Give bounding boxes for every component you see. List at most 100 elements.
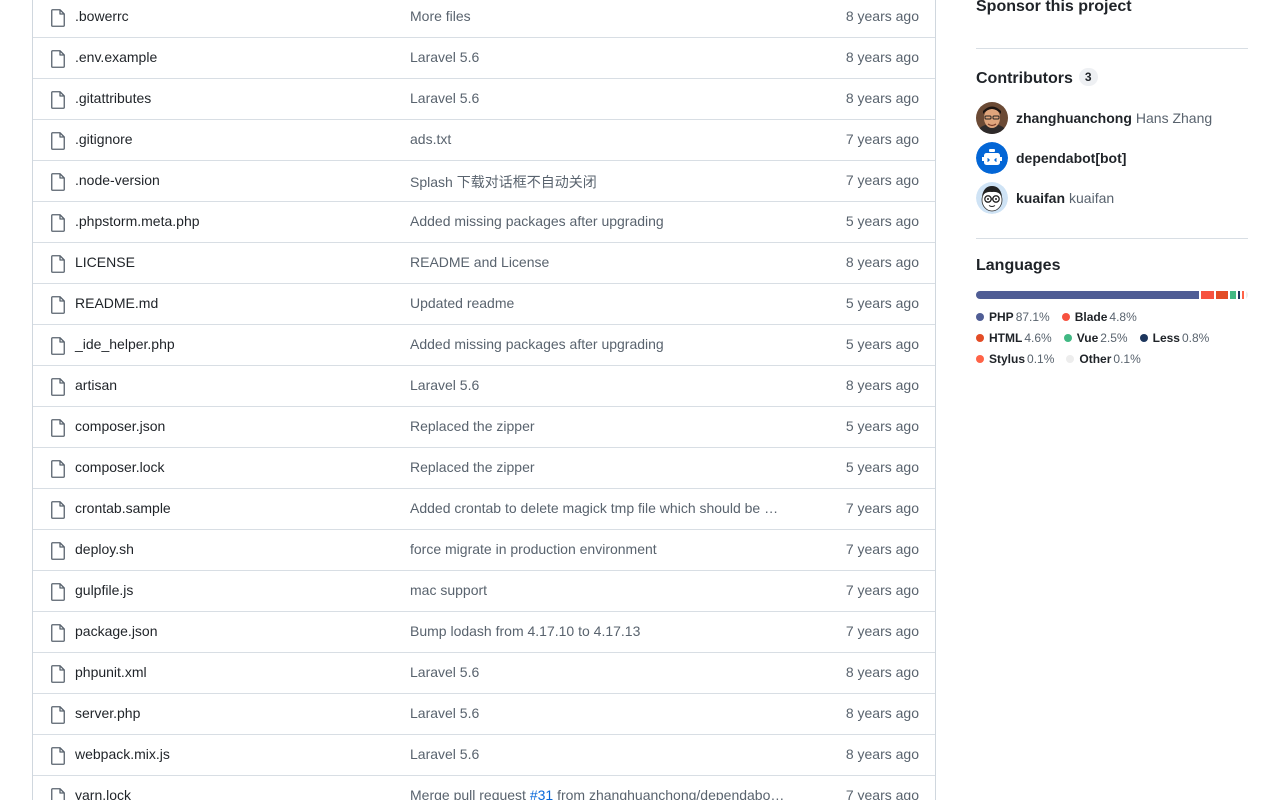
language-bar-segment bbox=[1229, 291, 1237, 299]
language-color-dot-icon bbox=[1063, 334, 1072, 342]
commit-message-link[interactable]: Added crontab to delete magick tmp file … bbox=[410, 500, 798, 516]
table-row[interactable]: deploy.sh force migrate in production env… bbox=[33, 530, 935, 571]
file-name-link[interactable]: LICENSE bbox=[75, 254, 135, 270]
table-row[interactable]: .gitignore ads.txt 7 years ago bbox=[33, 120, 935, 161]
contributor-login[interactable]: kuaifan bbox=[1016, 190, 1065, 206]
file-name-link[interactable]: .env.example bbox=[75, 49, 157, 65]
file-name-link[interactable]: README.md bbox=[75, 295, 158, 311]
divider bbox=[976, 48, 1248, 49]
commit-message-link[interactable]: Merge pull request #31 from zhanghuancho… bbox=[410, 787, 798, 800]
table-row[interactable]: .env.example Laravel 5.6 8 years ago bbox=[33, 38, 935, 79]
file-name-link[interactable]: webpack.mix.js bbox=[75, 746, 170, 762]
commit-message-link[interactable]: Laravel 5.6 bbox=[410, 90, 798, 106]
file-icon bbox=[51, 501, 65, 519]
language-row: Stylus 0.1% Other 0.1% bbox=[976, 352, 1256, 373]
file-name-link[interactable]: .phpstorm.meta.php bbox=[75, 213, 200, 229]
language-item[interactable]: PHP 87.1% bbox=[976, 310, 1050, 324]
language-color-dot-icon bbox=[1139, 334, 1148, 342]
table-row[interactable]: README.md Updated readme 5 years ago bbox=[33, 284, 935, 325]
language-bar bbox=[976, 291, 1248, 299]
commit-message-link[interactable]: Added missing packages after upgrading bbox=[410, 336, 798, 352]
commit-message-link[interactable]: force migrate in production environment bbox=[410, 541, 798, 557]
commit-message-link[interactable]: README and License bbox=[410, 254, 798, 270]
contributors-title[interactable]: Contributors 3 bbox=[976, 68, 1098, 88]
table-row[interactable]: gulpfile.js mac support 7 years ago bbox=[33, 571, 935, 612]
person-photo-avatar-icon[interactable] bbox=[976, 102, 1008, 134]
file-name-link[interactable]: phpunit.xml bbox=[75, 664, 147, 680]
file-name-link[interactable]: composer.lock bbox=[75, 459, 164, 475]
table-row[interactable]: yarn.lock Merge pull request #31 from zh… bbox=[33, 776, 935, 800]
language-item[interactable]: HTML 4.6% bbox=[976, 331, 1052, 345]
table-row[interactable]: package.json Bump lodash from 4.17.10 to … bbox=[33, 612, 935, 653]
file-name-link[interactable]: deploy.sh bbox=[75, 541, 134, 557]
contributor-item[interactable]: kuaifan kuaifan bbox=[976, 182, 1248, 214]
file-name-link[interactable]: .gitignore bbox=[75, 131, 133, 147]
commit-message-link[interactable]: mac support bbox=[410, 582, 798, 598]
language-name: HTML bbox=[989, 331, 1023, 345]
contributor-item[interactable]: zhanghuanchong Hans Zhang bbox=[976, 102, 1248, 134]
commit-message-link[interactable]: Laravel 5.6 bbox=[410, 377, 798, 393]
commit-message-link[interactable]: Laravel 5.6 bbox=[410, 705, 798, 721]
file-name-link[interactable]: yarn.lock bbox=[75, 787, 131, 800]
language-name: PHP bbox=[989, 310, 1014, 324]
language-bar-segment bbox=[1242, 291, 1245, 299]
table-row[interactable]: LICENSE README and License 8 years ago bbox=[33, 243, 935, 284]
table-row[interactable]: composer.json Replaced the zipper 5 years … bbox=[33, 407, 935, 448]
commit-message-link[interactable]: More files bbox=[410, 8, 798, 24]
commit-message-link[interactable]: Updated readme bbox=[410, 295, 798, 311]
file-name-link[interactable]: crontab.sample bbox=[75, 500, 171, 516]
file-name-link[interactable]: .bowerrc bbox=[75, 8, 129, 24]
commit-time: 7 years ago bbox=[845, 131, 919, 147]
commit-message-link[interactable]: ads.txt bbox=[410, 131, 798, 147]
commit-message-link[interactable]: Splash 下载对话框不自动关闭 bbox=[410, 172, 798, 192]
commit-time: 7 years ago bbox=[845, 787, 919, 800]
commit-time: 8 years ago bbox=[845, 746, 919, 762]
contributor-login[interactable]: zhanghuanchong bbox=[1016, 110, 1132, 126]
commit-message-link[interactable]: Replaced the zipper bbox=[410, 418, 798, 434]
language-item[interactable]: Stylus 0.1% bbox=[976, 352, 1054, 366]
file-name-link[interactable]: package.json bbox=[75, 623, 158, 639]
table-row[interactable]: composer.lock Replaced the zipper 5 years … bbox=[33, 448, 935, 489]
language-list: PHP 87.1% Blade 4.8% HTML 4.6% Vue 2.5% Less 0.8%… bbox=[976, 310, 1256, 373]
commit-time: 7 years ago bbox=[845, 623, 919, 639]
contributor-login[interactable]: dependabot[bot] bbox=[1016, 150, 1126, 166]
file-name-link[interactable]: .gitattributes bbox=[75, 90, 151, 106]
pull-request-link[interactable]: #31 bbox=[530, 787, 553, 800]
language-item[interactable]: Vue 2.5% bbox=[1063, 331, 1128, 345]
commit-time: 7 years ago bbox=[845, 500, 919, 516]
table-row[interactable]: webpack.mix.js Laravel 5.6 8 years ago bbox=[33, 735, 935, 776]
file-name-link[interactable]: artisan bbox=[75, 377, 117, 393]
language-item[interactable]: Less 0.8% bbox=[1139, 331, 1209, 345]
commit-message-link[interactable]: Added missing packages after upgrading bbox=[410, 213, 798, 229]
file-name-link[interactable]: .node-version bbox=[75, 172, 160, 188]
file-name-link[interactable]: _ide_helper.php bbox=[75, 336, 175, 352]
language-name: Blade bbox=[1074, 310, 1108, 324]
table-row[interactable]: phpunit.xml Laravel 5.6 8 years ago bbox=[33, 653, 935, 694]
language-color-dot-icon bbox=[976, 355, 984, 363]
table-row[interactable]: _ide_helper.php Added missing packages af… bbox=[33, 325, 935, 366]
commit-message-link[interactable]: Laravel 5.6 bbox=[410, 746, 798, 762]
commit-message-link[interactable]: Laravel 5.6 bbox=[410, 49, 798, 65]
commit-message-link[interactable]: Laravel 5.6 bbox=[410, 664, 798, 680]
robot-avatar-icon[interactable] bbox=[976, 142, 1008, 174]
cartoon-glasses-avatar-icon[interactable] bbox=[976, 182, 1008, 214]
language-item[interactable]: Blade 4.8% bbox=[1061, 310, 1137, 324]
language-item[interactable]: Other 0.1% bbox=[1066, 352, 1141, 366]
table-row[interactable]: server.php Laravel 5.6 8 years ago bbox=[33, 694, 935, 735]
language-row: PHP 87.1% Blade 4.8% bbox=[976, 310, 1256, 331]
table-row[interactable]: .bowerrc More files 8 years ago bbox=[33, 0, 935, 38]
table-row[interactable]: .gitattributes Laravel 5.6 8 years ago bbox=[33, 79, 935, 120]
table-row[interactable]: crontab.sample Added crontab to delete ma… bbox=[33, 489, 935, 530]
contributor-item[interactable]: dependabot[bot] bbox=[976, 142, 1248, 174]
table-row[interactable]: .phpstorm.meta.php Added missing packages… bbox=[33, 202, 935, 243]
commit-message-link[interactable]: Bump lodash from 4.17.10 to 4.17.13 bbox=[410, 623, 798, 639]
file-icon bbox=[51, 706, 65, 724]
table-row[interactable]: .node-version Splash 下载对话框不自动关闭 7 years ag… bbox=[33, 161, 935, 202]
file-name-link[interactable]: composer.json bbox=[75, 418, 165, 434]
table-row[interactable]: artisan Laravel 5.6 8 years ago bbox=[33, 366, 935, 407]
file-name-link[interactable]: server.php bbox=[75, 705, 140, 721]
commit-time: 8 years ago bbox=[845, 254, 919, 270]
file-name-link[interactable]: gulpfile.js bbox=[75, 582, 133, 598]
commit-message-link[interactable]: Replaced the zipper bbox=[410, 459, 798, 475]
file-icon bbox=[51, 296, 65, 314]
